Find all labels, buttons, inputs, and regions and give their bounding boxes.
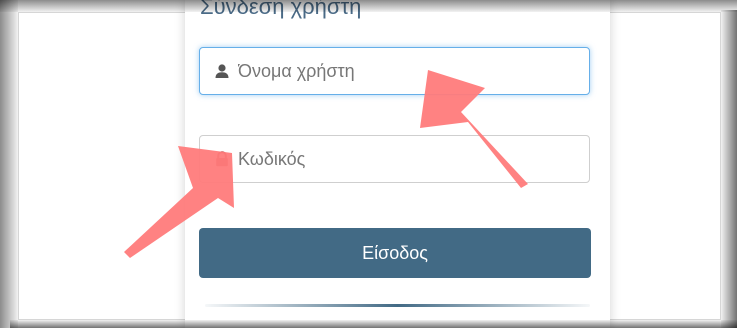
frame-shadow-right <box>721 10 737 328</box>
user-icon <box>214 63 230 79</box>
password-input[interactable] <box>238 148 568 170</box>
username-field[interactable] <box>199 47 590 95</box>
screenshot-frame: Σύνδεση χρήστη Είσοδος <box>0 0 737 328</box>
frame-shadow-left <box>0 0 18 328</box>
frame-shadow-top <box>0 0 737 12</box>
frame-shadow-bottom <box>10 320 737 328</box>
bottom-divider <box>205 304 590 307</box>
login-button[interactable]: Είσοδος <box>199 228 591 278</box>
password-field[interactable] <box>199 135 590 183</box>
username-input[interactable] <box>238 60 568 82</box>
lock-icon <box>214 151 230 167</box>
